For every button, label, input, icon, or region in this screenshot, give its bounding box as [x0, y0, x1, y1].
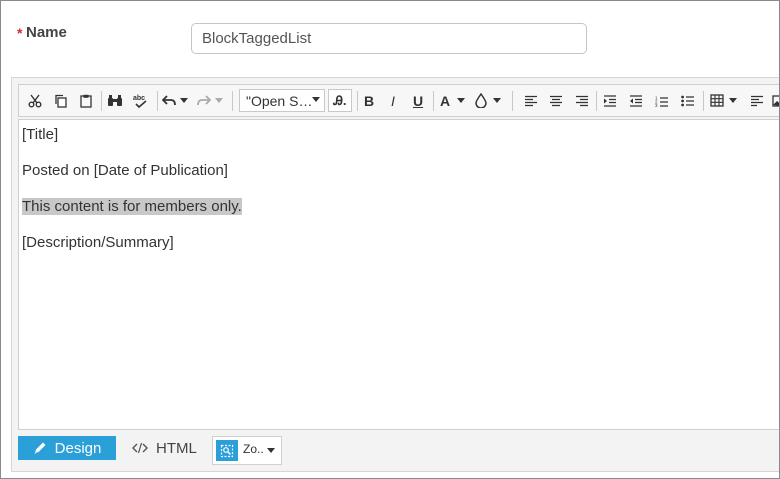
name-label: Name [26, 24, 67, 41]
redo-icon[interactable] [195, 85, 213, 116]
bold-button[interactable]: B [359, 85, 379, 116]
align-left-icon[interactable] [521, 85, 541, 116]
required-marker: * [17, 25, 23, 41]
highlight-color-icon[interactable] [472, 85, 490, 116]
zoom-icon [216, 440, 238, 461]
redo-dropdown-icon[interactable] [213, 85, 225, 116]
content-line-title: [Title] [22, 126, 59, 143]
font-color-button[interactable]: A [436, 85, 454, 116]
zoom-label: Zo.. [243, 442, 264, 456]
svg-text:abc: abc [133, 95, 145, 102]
copy-icon[interactable] [51, 85, 71, 116]
paragraph-format-icon[interactable] [747, 85, 767, 116]
editor-content-area[interactable]: [Title] Posted on [Date of Publication] … [18, 119, 779, 430]
outdent-icon[interactable] [626, 85, 646, 116]
highlight-dropdown-icon[interactable] [491, 85, 503, 116]
html-mode-label: HTML [156, 439, 197, 457]
paste-icon[interactable] [76, 85, 96, 116]
font-color-dropdown-icon[interactable] [455, 85, 467, 116]
undo-dropdown-icon[interactable] [178, 85, 190, 116]
content-line-description: [Description/Summary] [22, 234, 174, 251]
zoom-select[interactable]: Zo.. [212, 436, 282, 465]
code-icon [132, 442, 148, 454]
html-mode-button[interactable]: HTML [132, 436, 197, 460]
svg-text:3: 3 [655, 103, 658, 107]
numbered-list-icon[interactable]: 123 [652, 85, 672, 116]
underline-button[interactable]: U [408, 85, 428, 116]
image-icon[interactable] [771, 85, 779, 116]
design-mode-label: Design [54, 439, 102, 457]
align-center-icon[interactable] [546, 85, 566, 116]
spellcheck-icon[interactable]: abc [130, 85, 152, 116]
name-input[interactable] [191, 23, 587, 54]
find-icon[interactable] [105, 85, 125, 116]
align-right-icon[interactable] [572, 85, 592, 116]
editor-mode-bar: Design HTML Zo.. [18, 435, 779, 467]
font-size-select[interactable]: Ꭿ. [328, 89, 352, 112]
editor-panel: * Name abc [0, 0, 780, 479]
font-family-select[interactable]: "Open S… [239, 89, 325, 112]
table-dropdown-icon[interactable] [727, 85, 739, 116]
font-size-value: Ꭿ. [333, 92, 347, 108]
cut-icon[interactable] [25, 85, 45, 116]
editor-toolbar: abc "Open S… Ꭿ. B I U A 1 2 3 [18, 84, 779, 117]
content-line-posted-on: Posted on [Date of Publication] [22, 162, 228, 179]
chevron-down-icon [312, 97, 320, 102]
table-icon[interactable] [707, 85, 727, 116]
bulleted-list-icon[interactable] [678, 85, 698, 116]
design-mode-button[interactable]: Design [18, 436, 116, 460]
selected-text: This content is for members only. [22, 198, 242, 215]
rich-text-editor: abc "Open S… Ꭿ. B I U A 1 2 3 [Title] Po… [11, 77, 779, 472]
indent-icon[interactable] [600, 85, 620, 116]
font-family-value: "Open S… [246, 92, 313, 109]
undo-icon[interactable] [160, 85, 178, 116]
chevron-down-icon [267, 448, 275, 453]
italic-button[interactable]: I [383, 85, 403, 116]
content-line-members-only: This content is for members only. [22, 197, 779, 217]
pencil-icon [34, 442, 46, 454]
